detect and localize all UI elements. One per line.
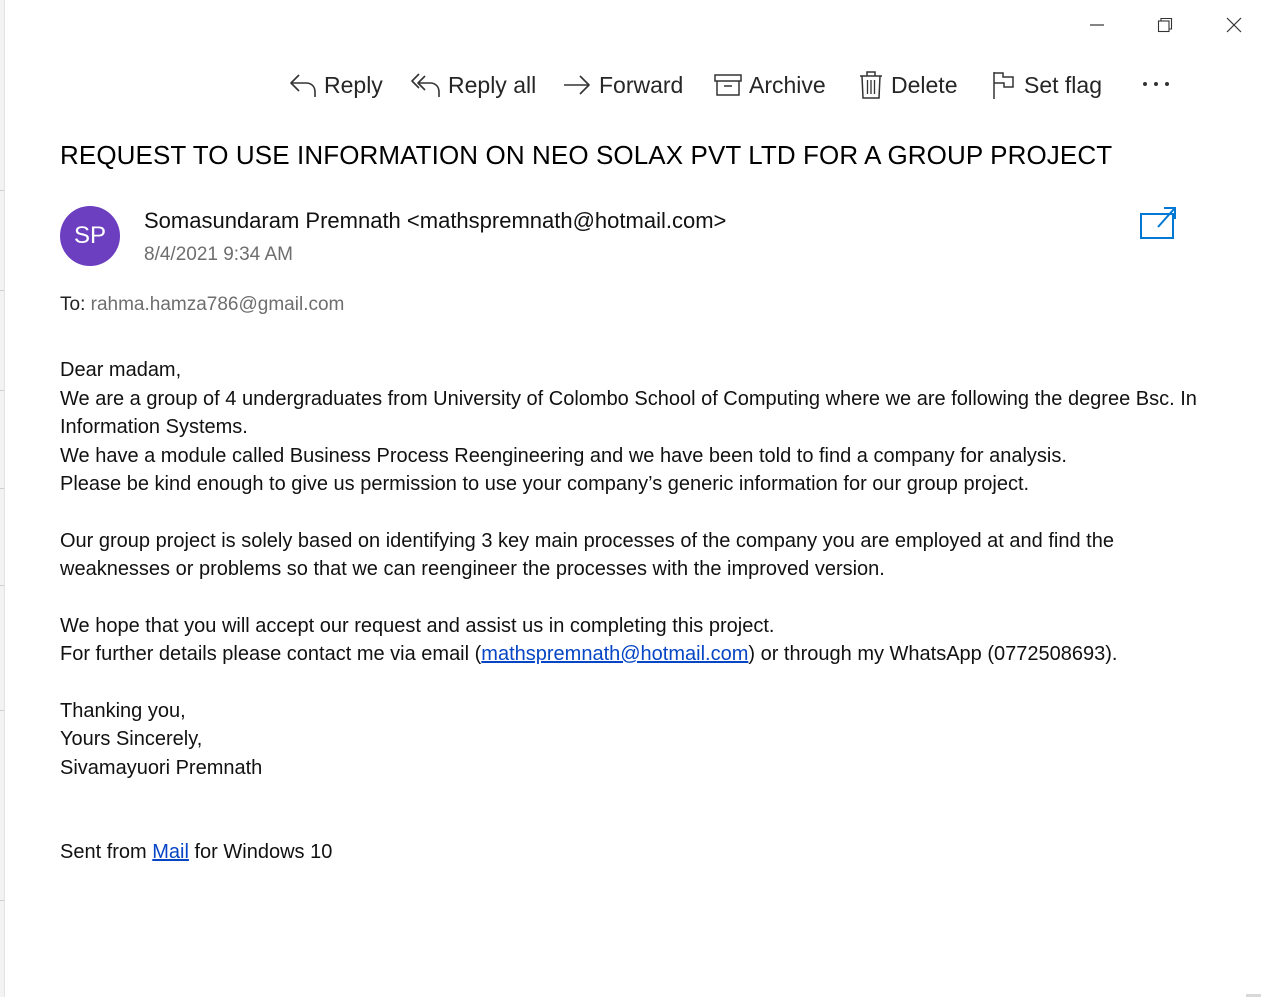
restore-icon <box>1157 17 1173 33</box>
reply-all-button[interactable]: Reply all <box>410 66 536 104</box>
email-body: Dear madam, We are a group of 4 undergra… <box>60 356 1225 867</box>
set-flag-button[interactable]: Set flag <box>990 66 1102 104</box>
contact-prefix: For further details please contact me vi… <box>60 643 482 665</box>
sent-from-suffix: for Windows 10 <box>188 841 333 863</box>
greeting: Dear madam, <box>60 359 182 381</box>
forward-label: Forward <box>599 71 684 98</box>
archive-icon <box>714 74 742 96</box>
closing-line: Thanking you, <box>60 699 186 722</box>
delete-label: Delete <box>891 71 958 98</box>
reply-label: Reply <box>324 71 383 98</box>
sender-name[interactable]: Somasundaram Premnath <mathspremnath@hot… <box>144 208 726 234</box>
trash-icon <box>860 71 882 99</box>
close-button[interactable] <box>1211 8 1257 42</box>
popout-icon <box>1140 207 1176 239</box>
email-link[interactable]: mathspremnath@hotmail.com <box>481 643 748 665</box>
restore-button[interactable] <box>1142 8 1188 42</box>
to-label: To: <box>60 294 86 315</box>
set-flag-label: Set flag <box>1024 71 1102 98</box>
reply-button[interactable]: Reply <box>288 66 383 104</box>
archive-label: Archive <box>749 71 826 98</box>
more-options-button[interactable] <box>1136 66 1176 102</box>
contact-suffix: ) or through my WhatsApp (0772508693). <box>748 643 1118 665</box>
body-paragraph: Our group project is solely based on ide… <box>60 529 1114 581</box>
reply-icon <box>290 74 316 97</box>
recipient-address[interactable]: rahma.hamza786@gmail.com <box>91 294 345 315</box>
minimize-icon <box>1090 24 1104 26</box>
flag-icon <box>993 72 1014 99</box>
body-line: Please be kind enough to give us permiss… <box>60 473 1030 495</box>
body-line: We are a group of 4 undergraduates from … <box>60 387 1197 439</box>
sent-from-line: Sent from Mail for Windows 10 <box>60 838 1225 867</box>
body-line: We hope that you will accept our request… <box>60 614 775 637</box>
body-line: We have a module called Business Process… <box>60 444 1067 467</box>
avatar-initials: SP <box>73 222 106 249</box>
forward-arrow-icon <box>564 75 590 95</box>
closing-line: Yours Sincerely, <box>60 728 203 750</box>
sent-from-prefix: Sent from <box>60 841 153 863</box>
contact-line: For further details please contact me vi… <box>60 640 1225 669</box>
archive-button[interactable]: Archive <box>713 66 826 104</box>
forward-button[interactable]: Forward <box>561 66 683 104</box>
close-icon <box>1226 17 1242 33</box>
more-dots-icon <box>1143 82 1169 86</box>
reply-all-label: Reply all <box>448 71 537 98</box>
signature: Sivamayuori Premnath <box>60 756 263 779</box>
minimize-button[interactable] <box>1074 8 1120 42</box>
mail-app-link[interactable]: Mail <box>152 841 189 863</box>
recipients: To: rahma.hamza786@gmail.com <box>60 294 344 316</box>
left-pane-edge <box>0 0 5 997</box>
reply-all-icon <box>411 73 440 97</box>
sent-date: 8/4/2021 9:34 AM <box>144 244 293 265</box>
delete-button[interactable]: Delete <box>857 66 957 104</box>
avatar[interactable]: SP <box>60 206 120 266</box>
open-in-new-window-button[interactable] <box>1138 205 1178 241</box>
email-subject: REQUEST TO USE INFORMATION ON NEO SOLAX … <box>60 140 1113 170</box>
